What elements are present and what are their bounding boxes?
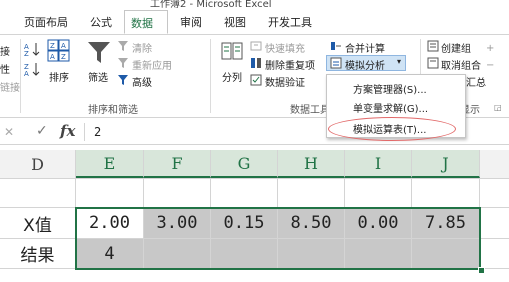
column-header-j[interactable]: J — [412, 150, 480, 178]
tab-formulas[interactable]: 公式 — [90, 14, 112, 30]
column-header-f[interactable]: F — [144, 150, 211, 178]
ribbon-cut-label-1[interactable]: 接 — [0, 43, 10, 58]
dialog-launcher-icon[interactable]: ◲ — [494, 103, 502, 112]
reapply-icon — [117, 57, 129, 69]
cell[interactable] — [412, 179, 480, 208]
column-header-row: D E F G H I J — [0, 150, 509, 179]
highlight-oval — [328, 117, 456, 141]
advanced-button[interactable]: 高级 — [132, 74, 152, 89]
column-header-i[interactable]: I — [345, 150, 412, 178]
selection-outline — [75, 207, 481, 270]
column-header-k[interactable] — [480, 150, 509, 178]
formula-input[interactable]: 2 — [94, 125, 101, 139]
data-validation-icon — [250, 74, 262, 86]
sort-descending-icon[interactable]: ZA — [24, 61, 42, 77]
subtotal-button[interactable]: 汇总 — [466, 74, 486, 89]
column-header-h[interactable]: H — [278, 150, 345, 178]
flash-fill-icon — [250, 40, 262, 52]
cell[interactable] — [278, 179, 345, 208]
cell[interactable] — [345, 179, 412, 208]
formula-divider — [84, 123, 85, 141]
chevron-down-icon: ▾ — [397, 57, 402, 66]
ribbon-separator — [210, 39, 211, 113]
cell[interactable] — [480, 239, 509, 269]
cell[interactable] — [480, 208, 509, 239]
reapply-button[interactable]: 重新应用 — [132, 57, 172, 72]
group-button[interactable]: 创建组 — [441, 40, 471, 55]
fill-handle[interactable] — [478, 267, 485, 274]
tab-page-layout[interactable]: 页面布局 — [24, 14, 68, 30]
whatif-label: 模拟分析 — [345, 61, 385, 72]
row-label-result[interactable]: 结果 — [0, 239, 76, 269]
filter-funnel-icon[interactable] — [86, 39, 112, 65]
clear-button[interactable]: 清除 — [132, 40, 152, 55]
svg-text:Z: Z — [50, 42, 55, 50]
advanced-filter-icon — [117, 74, 129, 86]
cell[interactable] — [0, 179, 76, 208]
tab-review[interactable]: 审阅 — [180, 14, 202, 30]
cancel-icon[interactable]: ✕ — [4, 125, 14, 139]
remove-duplicates-icon — [250, 57, 262, 69]
consolidate-icon — [330, 40, 342, 52]
whatif-analysis-button[interactable]: 模拟分析 ▾ — [326, 55, 406, 72]
consolidate-button[interactable]: 合并计算 — [345, 40, 385, 55]
cell[interactable] — [480, 179, 509, 208]
svg-text:A: A — [24, 70, 29, 77]
cell[interactable] — [211, 179, 278, 208]
data-validation-button[interactable]: 数据验证 — [265, 74, 305, 89]
tab-view[interactable]: 视图 — [224, 14, 246, 30]
sort-button[interactable]: 排序 — [49, 69, 69, 84]
ribbon-cut-label-3[interactable]: 链接 — [0, 79, 20, 94]
ribbon-tabs: 页面布局 公式 数据 审阅 视图 开发工具 — [0, 10, 509, 34]
sort-ascending-icon[interactable]: AZ — [24, 41, 42, 57]
insert-function-icon[interactable]: fx — [60, 122, 75, 140]
group-icon — [427, 40, 439, 52]
column-header-e[interactable]: E — [76, 150, 144, 178]
cell[interactable] — [144, 179, 211, 208]
ungroup-icon — [427, 57, 439, 69]
cell[interactable] — [76, 179, 144, 208]
remove-duplicates-button[interactable]: 删除重复项 — [265, 57, 315, 72]
enter-check-icon[interactable]: ✓ — [36, 123, 48, 139]
row-label-x[interactable]: X值 — [0, 208, 76, 239]
menu-item-goal-seek[interactable]: 单变量求解(G)... — [353, 100, 428, 115]
tab-data[interactable]: 数据 — [124, 10, 168, 34]
data-tools-group-label: 数据工具 — [290, 105, 330, 116]
svg-text:Z: Z — [24, 50, 29, 57]
ungroup-button[interactable]: 取消组合 — [441, 57, 481, 72]
column-header-g[interactable]: G — [211, 150, 278, 178]
title-bar: 工作簿2 - Microsoft Excel — [0, 0, 509, 8]
column-header-d[interactable]: D — [0, 150, 76, 178]
sort-filter-group-label: 排序和筛选 — [88, 105, 138, 116]
sort-dialog-icon[interactable]: ZAAZ — [47, 39, 71, 63]
tab-developer[interactable]: 开发工具 — [268, 14, 312, 30]
svg-text:A: A — [50, 53, 55, 61]
svg-text:A: A — [61, 42, 66, 50]
text-to-columns-icon[interactable] — [220, 39, 244, 63]
window-title: 工作簿2 - Microsoft Excel — [150, 0, 272, 8]
text-to-columns-button[interactable]: 分列 — [222, 69, 242, 84]
filter-button[interactable]: 筛选 — [88, 69, 108, 84]
collapse-icon[interactable]: − — [486, 60, 494, 71]
sheet-grid: X值 2.00 3.00 0.15 8.50 0.00 7.85 结果 4 — [0, 179, 509, 282]
expand-icon[interactable]: + — [486, 43, 494, 54]
flash-fill-button[interactable]: 快速填充 — [265, 40, 305, 55]
ribbon-separator — [20, 39, 21, 113]
clear-filter-icon — [117, 40, 129, 52]
menu-item-scenario-manager[interactable]: 方案管理器(S)... — [353, 81, 427, 96]
svg-text:Z: Z — [61, 53, 66, 61]
ribbon-cut-label-2[interactable]: 性 — [0, 61, 10, 76]
